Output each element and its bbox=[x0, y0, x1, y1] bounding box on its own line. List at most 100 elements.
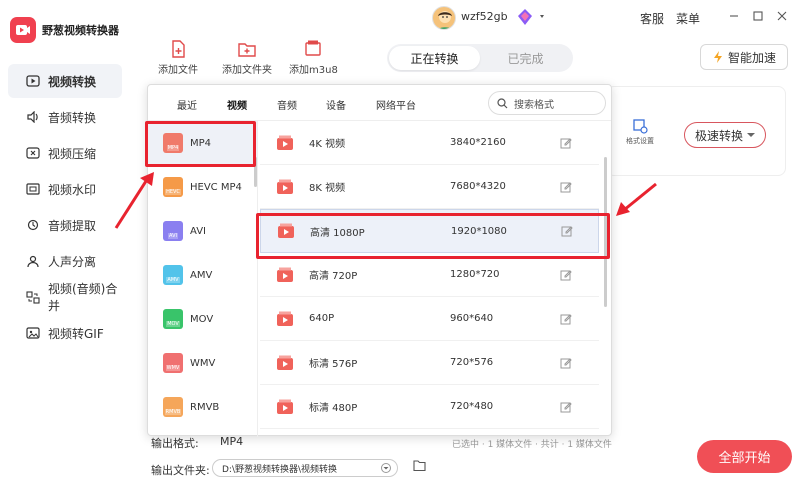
tab-network-platform[interactable]: 网络平台 bbox=[376, 97, 416, 112]
format-item-wmv[interactable]: WMV WMV bbox=[148, 341, 257, 385]
format-settings-button[interactable]: 格式设置 bbox=[622, 118, 658, 146]
tab-done[interactable]: 已完成 bbox=[480, 46, 571, 70]
maximize-button[interactable] bbox=[749, 6, 767, 26]
menu-link[interactable]: 菜单 bbox=[676, 10, 700, 27]
preset-resolution: 720*480 bbox=[450, 401, 494, 412]
edit-icon[interactable] bbox=[561, 225, 573, 237]
preset-row[interactable]: 标清 480P 720*480 bbox=[260, 385, 599, 429]
tab-recent[interactable]: 最近 bbox=[177, 97, 197, 112]
open-folder-icon[interactable] bbox=[413, 460, 426, 471]
format-item-rmvb[interactable]: RMVB RMVB bbox=[148, 385, 257, 429]
edit-icon[interactable] bbox=[560, 181, 572, 193]
tab-device[interactable]: 设备 bbox=[326, 97, 346, 112]
sidebar-item-label: 人声分离 bbox=[48, 254, 97, 269]
preset-name: 高清 1080P bbox=[310, 227, 365, 239]
wmv-file-icon: WMV bbox=[163, 353, 183, 373]
speed-convert-dropdown[interactable]: 极速转换 bbox=[684, 122, 766, 148]
chevron-down-icon bbox=[747, 133, 755, 137]
preset-row[interactable]: 标清 576P 720*576 bbox=[260, 341, 599, 385]
smart-accelerate-button[interactable]: 智能加速 bbox=[700, 44, 788, 70]
preset-resolution: 1280*720 bbox=[450, 269, 500, 280]
vip-badge[interactable] bbox=[516, 8, 548, 29]
sidebar-item-label: 视频转GIF bbox=[48, 326, 104, 341]
lightning-icon bbox=[713, 51, 722, 63]
format-label: RMVB bbox=[190, 401, 220, 413]
format-item-mp4[interactable]: MP4 MP4 bbox=[148, 121, 257, 165]
hevc-file-icon: HEVC bbox=[163, 177, 183, 197]
preset-resolution: 3840*2160 bbox=[450, 137, 506, 148]
format-item-amv[interactable]: AMV AMV bbox=[148, 253, 257, 297]
rmvb-file-icon: RMVB bbox=[163, 397, 183, 417]
preset-name: 8K 视频 bbox=[309, 183, 346, 194]
gif-icon bbox=[26, 326, 40, 340]
video-preset-icon bbox=[278, 223, 294, 238]
sidebar-item-label: 视频水印 bbox=[48, 182, 97, 197]
add-folder-icon bbox=[238, 43, 256, 57]
preset-row[interactable]: 4K 视频 3840*2160 bbox=[260, 121, 599, 165]
sidebar-item-audio-extract[interactable]: 音频提取 bbox=[8, 208, 122, 242]
preset-row-selected[interactable]: 高清 1080P 1920*1080 bbox=[260, 209, 599, 253]
app-logo: 野葱视频转换器 bbox=[10, 17, 119, 43]
preset-row[interactable]: 高清 720P 1280*720 bbox=[260, 253, 599, 297]
tab-converting[interactable]: 正在转换 bbox=[389, 46, 480, 70]
sidebar-item-video-compress[interactable]: 视频压缩 bbox=[8, 136, 122, 170]
preset-resolution: 960*640 bbox=[450, 313, 494, 324]
sidebar-item-video-convert[interactable]: 视频转换 bbox=[8, 64, 122, 98]
output-format-label: 输出格式: bbox=[151, 437, 199, 450]
preset-resolution: 1920*1080 bbox=[451, 225, 507, 237]
minimize-button[interactable] bbox=[725, 6, 743, 26]
format-popup: 最近 视频 音频 设备 网络平台 搜索格式 MP4 MP4 HEVC HEVC … bbox=[147, 84, 612, 437]
add-file-label: 添加文件 bbox=[158, 65, 198, 76]
sidebar-item-label: 视频压缩 bbox=[48, 146, 97, 161]
format-item-mov[interactable]: MOV MOV bbox=[148, 297, 257, 341]
video-preset-icon bbox=[277, 311, 293, 326]
add-m3u8-label: 添加m3u8 bbox=[289, 65, 338, 76]
preset-list-scrollbar[interactable] bbox=[604, 157, 607, 307]
add-m3u8-button[interactable]: 添加m3u8 bbox=[289, 40, 338, 76]
format-settings-label: 格式设置 bbox=[626, 137, 654, 145]
format-settings-icon bbox=[633, 119, 648, 134]
start-all-button[interactable]: 全部开始 bbox=[697, 440, 792, 473]
watermark-icon bbox=[26, 182, 40, 196]
output-folder-field[interactable]: D:\野葱视频转换器\视频转换 bbox=[212, 459, 398, 477]
sidebar-item-label: 音频转换 bbox=[48, 110, 97, 125]
edit-icon[interactable] bbox=[560, 313, 572, 325]
sidebar-item-merge[interactable]: 视频(音频)合并 bbox=[8, 280, 122, 314]
sidebar-item-gif[interactable]: 视频转GIF bbox=[8, 316, 122, 350]
video-preset-icon bbox=[277, 267, 293, 282]
username[interactable]: wzf52gb bbox=[461, 10, 508, 23]
add-folder-label: 添加文件夹 bbox=[222, 65, 272, 76]
app-logo-icon bbox=[10, 17, 36, 43]
add-file-button[interactable]: 添加文件 bbox=[158, 40, 198, 76]
edit-icon[interactable] bbox=[560, 357, 572, 369]
add-m3u8-icon bbox=[305, 40, 322, 56]
speed-convert-label: 极速转换 bbox=[694, 128, 743, 143]
edit-icon[interactable] bbox=[560, 401, 572, 413]
format-item-avi[interactable]: AVI AVI bbox=[148, 209, 257, 253]
tab-audio[interactable]: 音频 bbox=[277, 97, 297, 112]
format-item-hevc-mp4[interactable]: HEVC HEVC MP4 bbox=[148, 165, 257, 209]
edit-icon[interactable] bbox=[560, 269, 572, 281]
sidebar-item-voice-separate[interactable]: 人声分离 bbox=[8, 244, 122, 278]
close-button[interactable] bbox=[773, 6, 791, 26]
customer-service-link[interactable]: 客服 bbox=[640, 10, 664, 27]
tab-video[interactable]: 视频 bbox=[227, 97, 247, 112]
sidebar-item-watermark[interactable]: 视频水印 bbox=[8, 172, 122, 206]
format-search-input[interactable]: 搜索格式 bbox=[488, 91, 606, 115]
format-tabs: 最近 视频 音频 设备 网络平台 搜索格式 bbox=[148, 85, 611, 121]
video-preset-icon bbox=[277, 355, 293, 370]
video-convert-icon bbox=[26, 74, 40, 88]
edit-icon[interactable] bbox=[560, 137, 572, 149]
format-label: WMV bbox=[190, 357, 216, 369]
audio-extract-icon bbox=[26, 218, 40, 232]
annotation-arrow-right bbox=[616, 182, 657, 216]
sidebar-item-audio-convert[interactable]: 音频转换 bbox=[8, 100, 122, 134]
avatar[interactable] bbox=[432, 6, 456, 30]
preset-row[interactable]: 640P 960*640 bbox=[260, 297, 599, 341]
preset-row[interactable]: 8K 视频 7680*4320 bbox=[260, 165, 599, 209]
vip-diamond-icon bbox=[518, 9, 544, 25]
video-preset-icon bbox=[277, 399, 293, 414]
format-list-scrollbar[interactable] bbox=[254, 157, 257, 187]
mov-file-icon: MOV bbox=[163, 309, 183, 329]
add-folder-button[interactable]: 添加文件夹 bbox=[222, 40, 272, 76]
